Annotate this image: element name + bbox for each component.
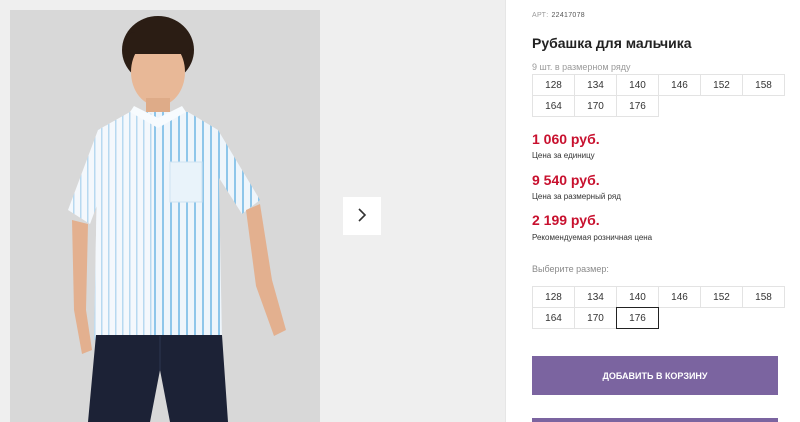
- size-row-cell-170: 170: [574, 95, 617, 117]
- row-price: 9 540 руб.: [532, 172, 600, 188]
- size-row-cell-158: 158: [742, 74, 785, 96]
- unit-price: 1 060 руб.: [532, 131, 600, 147]
- size-row-note: 9 шт. в размерном ряду: [532, 62, 631, 72]
- size-row-cell-140: 140: [616, 74, 659, 96]
- size-option-158[interactable]: 158: [742, 286, 785, 308]
- next-image-button[interactable]: [343, 197, 381, 235]
- size-row-cell-152: 152: [700, 74, 743, 96]
- retail-price: 2 199 руб.: [532, 212, 600, 228]
- product-gallery: [0, 0, 505, 422]
- product-photo[interactable]: [10, 10, 320, 422]
- product-page: АРТ: 22417078 Рубашка для мальчика 9 шт. …: [0, 0, 800, 422]
- product-photo-image: [10, 10, 320, 422]
- choose-size-label: Выберите размер:: [532, 264, 609, 274]
- chevron-right-icon: [356, 207, 368, 225]
- size-option-164[interactable]: 164: [532, 307, 575, 329]
- product-title: Рубашка для мальчика: [532, 35, 692, 51]
- size-option-170[interactable]: 170: [574, 307, 617, 329]
- size-row-cell-146: 146: [658, 74, 701, 96]
- size-row-cell-128: 128: [532, 74, 575, 96]
- unit-price-label: Цена за единицу: [532, 151, 595, 160]
- size-row-cell-164: 164: [532, 95, 575, 117]
- size-option-140[interactable]: 140: [616, 286, 659, 308]
- panel-divider: [505, 0, 506, 422]
- size-row-cell-134: 134: [574, 74, 617, 96]
- size-option-134[interactable]: 134: [574, 286, 617, 308]
- size-row-cell-176: 176: [616, 95, 659, 117]
- size-option-146[interactable]: 146: [658, 286, 701, 308]
- size-option-176[interactable]: 176: [616, 307, 659, 329]
- article-label: АРТ:: [532, 12, 549, 19]
- row-price-label: Цена за размерный ряд: [532, 192, 621, 201]
- add-to-cart-button[interactable]: Добавить в корзину: [532, 356, 778, 395]
- retail-price-label: Рекомендуемая розничная цена: [532, 233, 653, 242]
- size-option-152[interactable]: 152: [700, 286, 743, 308]
- article-number: АРТ: 22417078: [532, 12, 585, 19]
- secondary-action-button[interactable]: [532, 418, 778, 422]
- size-row-grid: 128 134 140 146 152 158 164 170 176: [532, 74, 785, 117]
- size-selector: 128 134 140 146 152 158 164 170 176: [532, 286, 785, 329]
- size-option-128[interactable]: 128: [532, 286, 575, 308]
- article-value: 22417078: [551, 12, 585, 19]
